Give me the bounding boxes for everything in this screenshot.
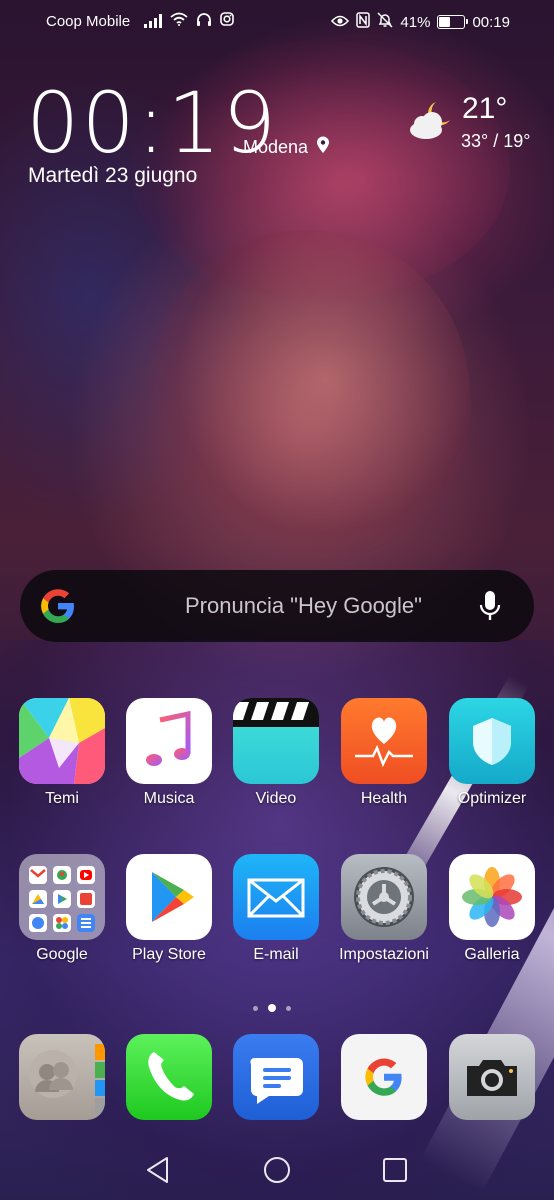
optimizer-icon bbox=[449, 698, 535, 784]
app-email[interactable]: E-mail bbox=[224, 854, 328, 964]
video-icon bbox=[233, 698, 319, 784]
page-dot bbox=[286, 1005, 291, 1011]
app-label: Play Store bbox=[132, 946, 206, 963]
page-dot bbox=[253, 1005, 258, 1011]
battery-percent: 41% bbox=[400, 13, 431, 31]
recents-icon[interactable] bbox=[382, 1157, 408, 1188]
headphones-icon bbox=[196, 12, 212, 30]
app-label: Impostazioni bbox=[339, 946, 429, 963]
google-icon bbox=[341, 1034, 427, 1120]
app-label: Health bbox=[360, 790, 408, 807]
mic-icon[interactable] bbox=[478, 588, 502, 624]
google-search-bar[interactable]: Pronuncia "Hey Google" bbox=[20, 570, 534, 642]
google-folder-icon bbox=[19, 854, 105, 940]
status-bar: Coop Mobile 41% 00:19 bbox=[0, 0, 554, 42]
app-label: Google bbox=[36, 946, 88, 963]
page-indicator[interactable] bbox=[253, 1004, 291, 1012]
battery-icon bbox=[437, 15, 469, 29]
app-play-store[interactable]: Play Store bbox=[117, 854, 221, 964]
nfc-icon bbox=[356, 12, 371, 32]
weather-location[interactable]: Modena bbox=[243, 136, 330, 159]
health-icon bbox=[341, 698, 427, 784]
dock-contacts[interactable] bbox=[10, 1034, 114, 1120]
messages-icon bbox=[233, 1034, 319, 1120]
navigation-bar bbox=[0, 1140, 554, 1200]
app-label: E-mail bbox=[253, 946, 299, 963]
app-video[interactable]: Video bbox=[224, 698, 328, 808]
app-label: Optimizer bbox=[457, 790, 527, 807]
app-temi[interactable]: Temi bbox=[10, 698, 114, 808]
phone-icon bbox=[126, 1034, 212, 1120]
google-logo-icon bbox=[38, 586, 78, 626]
page-dot-active bbox=[268, 1004, 276, 1012]
temperature-range: 33° / 19° bbox=[461, 131, 531, 151]
dock-camera[interactable] bbox=[440, 1034, 544, 1120]
app-musica[interactable]: Musica bbox=[117, 698, 221, 808]
contacts-icon bbox=[19, 1034, 105, 1120]
status-time: 00:19 bbox=[472, 13, 510, 31]
wifi-icon bbox=[170, 12, 188, 30]
app-health[interactable]: Health bbox=[332, 698, 436, 808]
themes-icon bbox=[19, 698, 105, 784]
play-store-icon bbox=[126, 854, 212, 940]
app-folder-google[interactable]: Google bbox=[10, 854, 114, 964]
dock-google[interactable] bbox=[332, 1034, 436, 1120]
app-label: Temi bbox=[45, 790, 79, 807]
bell-off-icon bbox=[377, 12, 393, 32]
partly-cloudy-night-icon[interactable] bbox=[406, 96, 456, 146]
search-placeholder: Pronuncia "Hey Google" bbox=[185, 593, 422, 618]
app-label: Video bbox=[255, 790, 297, 807]
home-icon[interactable] bbox=[263, 1156, 291, 1189]
dock-messages[interactable] bbox=[224, 1034, 328, 1120]
settings-icon bbox=[341, 854, 427, 940]
app-galleria[interactable]: Galleria bbox=[440, 854, 544, 964]
clock-time[interactable]: 00:19 bbox=[26, 78, 278, 168]
eye-icon bbox=[331, 14, 350, 31]
city-label: Modena bbox=[243, 137, 309, 157]
location-pin-icon bbox=[316, 136, 330, 159]
carrier-name: Coop Mobile bbox=[46, 12, 131, 30]
app-label: Galleria bbox=[464, 946, 520, 963]
gallery-icon bbox=[449, 854, 535, 940]
instagram-icon bbox=[220, 12, 235, 30]
temperature[interactable]: 21° bbox=[462, 92, 507, 126]
app-impostazioni[interactable]: Impostazioni bbox=[332, 854, 436, 964]
app-label: Musica bbox=[143, 790, 195, 807]
dock-phone[interactable] bbox=[117, 1034, 221, 1120]
back-icon[interactable] bbox=[145, 1156, 171, 1189]
clock-date[interactable]: Martedì 23 giugno bbox=[28, 164, 197, 188]
email-icon bbox=[233, 854, 319, 940]
app-optimizer[interactable]: Optimizer bbox=[440, 698, 544, 808]
signal-icon bbox=[144, 14, 163, 28]
music-icon bbox=[126, 698, 212, 784]
camera-icon bbox=[449, 1034, 535, 1120]
